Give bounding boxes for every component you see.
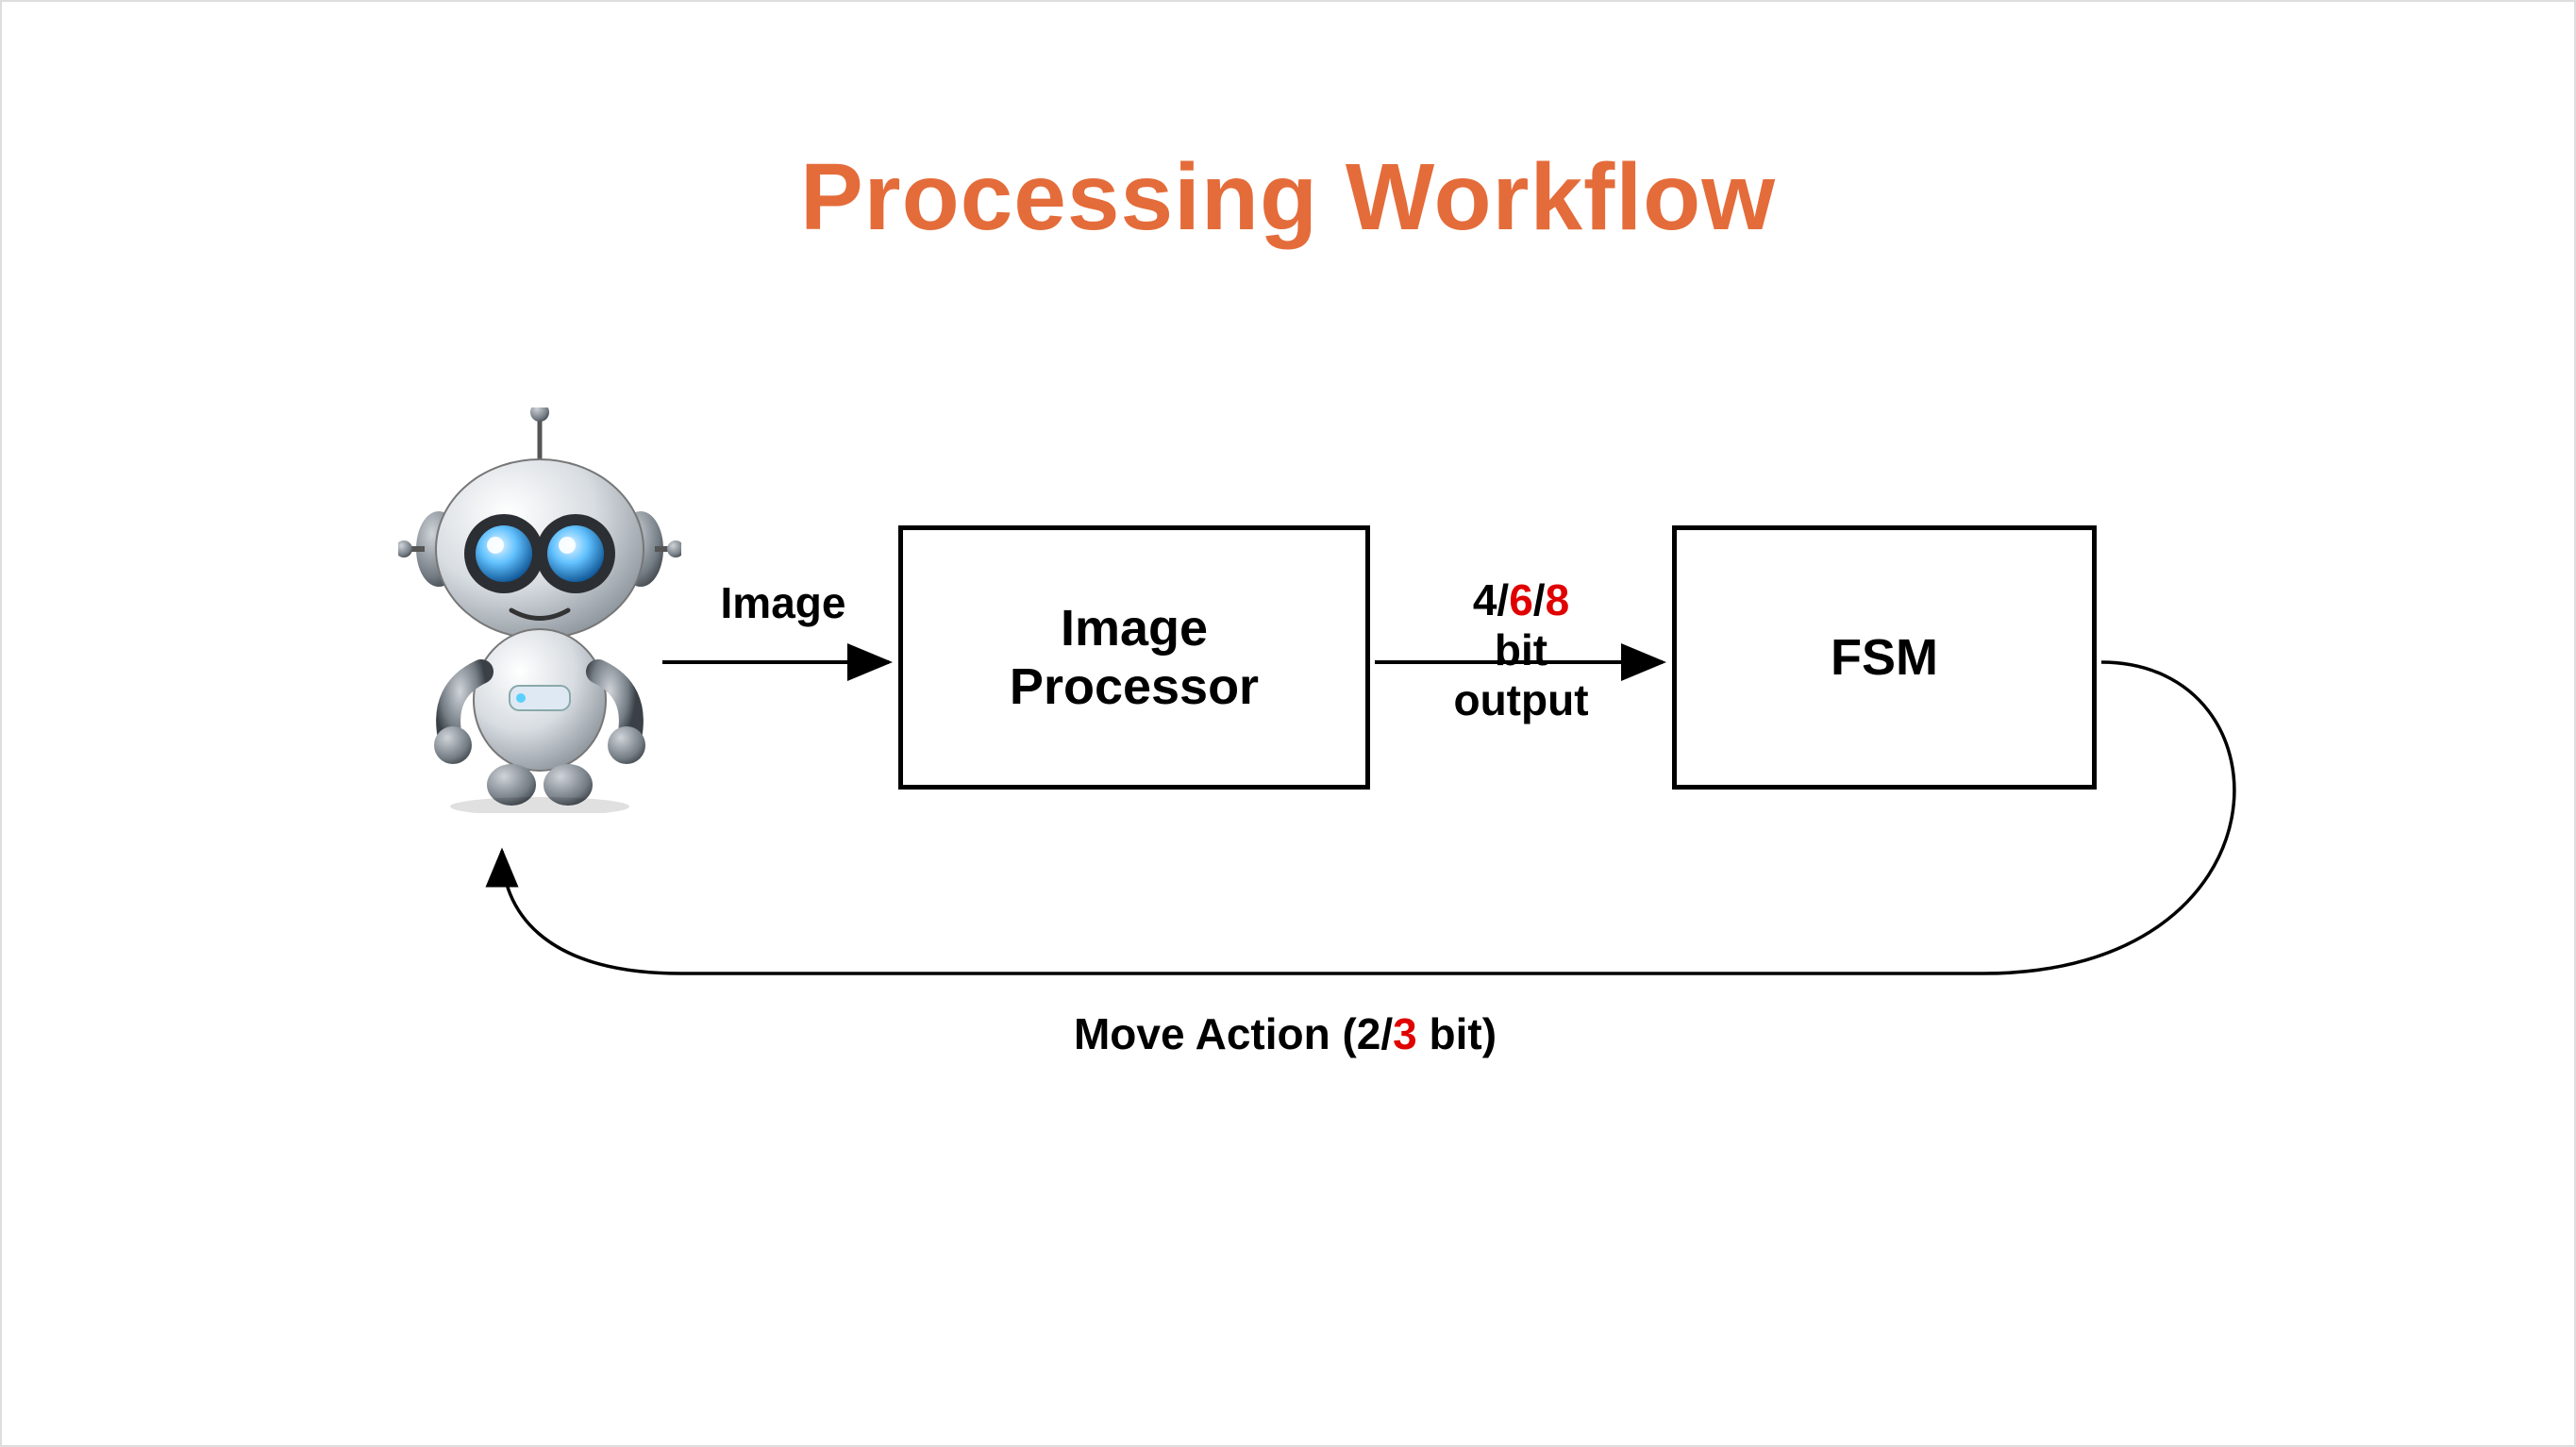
edge-label-image: Image [661, 577, 906, 628]
slide: Processing Workflow [0, 0, 2576, 1447]
image-processor-node: Image Processor [898, 525, 1370, 790]
edge-label-move: Move Action (2/3 bit) [813, 1008, 1757, 1059]
edge-label-bits: 4/6/8 bit output [1380, 575, 1663, 725]
image-processor-line2: Processor [1010, 657, 1259, 716]
robot-icon [398, 407, 681, 813]
bits-line1: 4/6/8 [1380, 575, 1663, 625]
fsm-node: FSM [1672, 525, 2097, 790]
fsm-label: FSM [1831, 628, 1938, 687]
bits-line3: output [1380, 675, 1663, 725]
slide-title: Processing Workflow [2, 143, 2574, 252]
bits-line2: bit [1380, 625, 1663, 675]
image-processor-line1: Image [1061, 599, 1208, 657]
